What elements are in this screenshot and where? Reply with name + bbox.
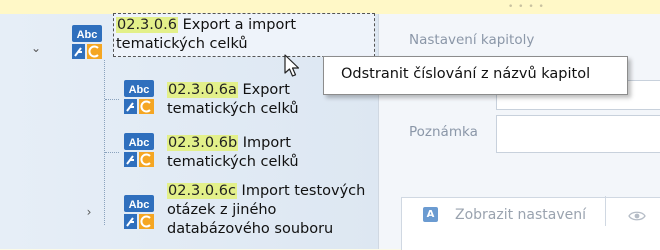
tab-letter-icon: A [423,207,438,222]
context-menu: Odstranit číslování z názvů kapitol [323,56,628,95]
node-title: 02.3.0.6c Import testových [167,183,366,199]
note-label: Poznámka [409,124,478,140]
svg-text:Abc: Abc [129,137,150,149]
menu-item-remove-numbering[interactable]: Odstranit číslování z názvů kapitol [341,66,590,82]
grip-dots-icon[interactable]: • • • • [508,2,545,12]
top-bar: • • • • [0,0,660,14]
tree-branch [105,152,119,153]
tab-show-settings[interactable]: Zobrazit nastavení [455,207,586,223]
node-title-line2: otázek z jiného [167,202,277,218]
collapse-chevron-icon[interactable]: ⌄ [30,42,42,54]
node-title: 02.3.0.6b Import [167,135,291,151]
node-title-line3: databázového souboru [167,221,334,237]
chapter-settings-label: Nastavení kapitoly [409,32,535,48]
node-title: 02.3.0.6a Export [167,82,290,98]
chapter-code: 02.3.0.6b [167,135,239,151]
tree-branch [105,99,119,100]
tab-divider [605,196,606,226]
note-field[interactable] [496,115,660,153]
svg-text:Abc: Abc [129,199,150,211]
chapter-code: 02.3.0.6a [167,82,238,98]
expand-chevron-icon[interactable]: › [83,206,95,218]
node-title-line2: tematických celků [116,36,248,52]
settings-tab-bar [401,197,660,250]
tree-connector [104,60,115,225]
mouse-pointer-icon [283,54,303,82]
eye-icon[interactable] [628,210,646,226]
chapter-icon: Abc [124,133,158,167]
chapter-code: 02.3.0.6 [116,17,178,33]
chapter-icon: Abc [72,25,106,59]
svg-text:Abc: Abc [129,84,150,96]
chapter-icon: Abc [124,80,158,114]
node-title-line2: tematických celků [167,154,299,170]
chapter-code: 02.3.0.6c [167,183,237,199]
node-title-line2: tematických celků [167,101,299,117]
node-title: 02.3.0.6 Export a import [116,17,297,33]
chapter-icon: Abc [124,195,158,229]
svg-text:Abc: Abc [77,29,98,41]
